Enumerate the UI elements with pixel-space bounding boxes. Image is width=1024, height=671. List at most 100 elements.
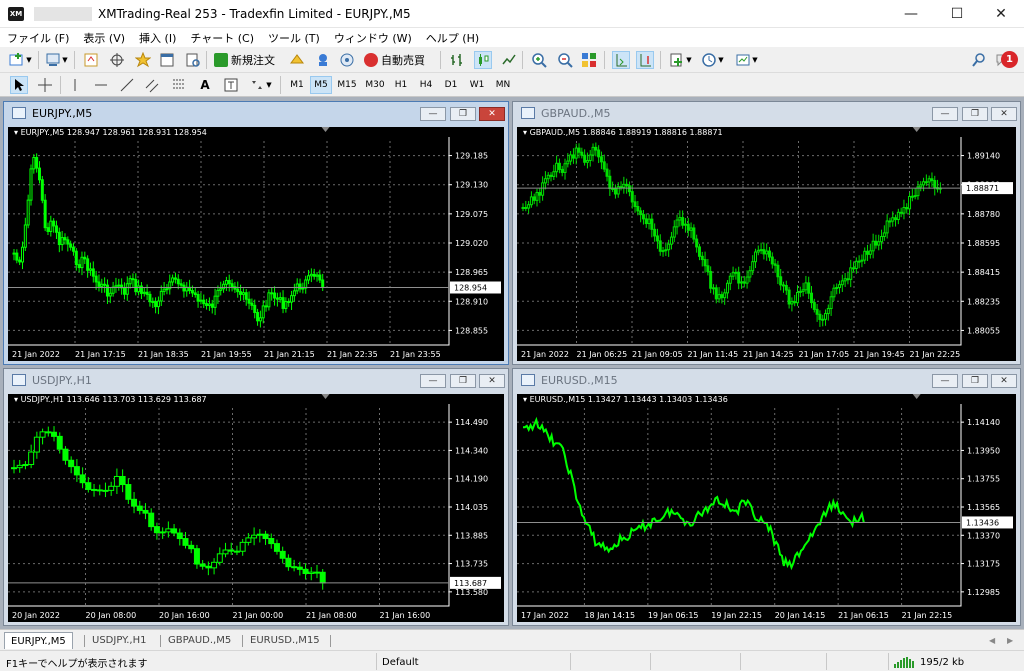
price-chart[interactable]: 1.891401.889601.887801.885951.884151.882… bbox=[517, 127, 1016, 361]
market-watch-icon[interactable] bbox=[82, 51, 100, 69]
price-chart[interactable]: 114.490 114.340 114.190 114.035 113.885 113.7… bbox=[8, 394, 504, 622]
menu-chart[interactable]: チャート (C) bbox=[183, 30, 261, 46]
timeframe-h1-button[interactable]: H1 bbox=[390, 76, 412, 94]
chart-window[interactable]: EURJPY.,M5 — ❐ ✕ 129.185 129.130 129.075 129.02… bbox=[3, 101, 509, 365]
candle-body bbox=[128, 278, 132, 285]
vertical-line-icon[interactable] bbox=[66, 76, 84, 94]
data-window-icon[interactable] bbox=[108, 51, 126, 69]
chart-window-titlebar[interactable]: GBPAUD.,M5 — ❐ ✕ bbox=[513, 102, 1020, 124]
market-icon[interactable] bbox=[338, 51, 356, 69]
text-tool-icon[interactable]: A bbox=[196, 76, 214, 94]
chart-minimize-button[interactable]: — bbox=[420, 107, 446, 121]
chart-close-button[interactable]: ✕ bbox=[991, 107, 1017, 121]
tab-scroll-right-icon[interactable]: ▶ bbox=[1004, 632, 1016, 649]
chevron-down-icon[interactable]: ▼ bbox=[750, 51, 760, 69]
chevron-down-icon[interactable]: ▼ bbox=[60, 51, 70, 69]
horizontal-line-icon[interactable] bbox=[92, 76, 110, 94]
notification-badge[interactable]: 1 bbox=[1001, 51, 1018, 68]
chart-minimize-button[interactable]: — bbox=[420, 374, 446, 388]
fibonacci-icon[interactable] bbox=[170, 76, 188, 94]
chart-minimize-button[interactable]: — bbox=[932, 374, 958, 388]
price-axis-label: 128.965 bbox=[455, 268, 488, 277]
bar-chart-icon[interactable] bbox=[448, 51, 466, 69]
timeframe-m30-button[interactable]: M30 bbox=[362, 76, 388, 94]
chart-window-titlebar[interactable]: EURJPY.,M5 — ❐ ✕ bbox=[4, 102, 508, 124]
cursor-icon[interactable] bbox=[10, 76, 28, 94]
close-button[interactable]: ✕ bbox=[978, 0, 1024, 28]
price-chart[interactable]: 129.185 129.130 129.075 129.020 128.965 128.9… bbox=[8, 127, 504, 361]
chevron-down-icon[interactable]: ▼ bbox=[24, 51, 34, 69]
signals-icon[interactable] bbox=[314, 51, 332, 69]
chart-restore-button[interactable]: ❐ bbox=[962, 374, 988, 388]
chart-restore-button[interactable]: ❐ bbox=[450, 374, 476, 388]
auto-scroll-icon[interactable] bbox=[612, 51, 630, 69]
status-divider bbox=[888, 653, 889, 670]
chart-close-button[interactable]: ✕ bbox=[479, 107, 505, 121]
zoom-out-icon[interactable] bbox=[556, 51, 574, 69]
timeframe-m15-button[interactable]: M15 bbox=[334, 76, 360, 94]
status-profile[interactable]: Default bbox=[382, 654, 419, 670]
menu-window[interactable]: ウィンドウ (W) bbox=[327, 30, 419, 46]
timeframe-m5-button[interactable]: M5 bbox=[310, 76, 332, 94]
timeframe-d1-button[interactable]: D1 bbox=[440, 76, 462, 94]
menu-tools[interactable]: ツール (T) bbox=[261, 30, 327, 46]
menu-help[interactable]: ヘルプ (H) bbox=[419, 30, 486, 46]
text-label-icon[interactable] bbox=[222, 76, 240, 94]
candle-body bbox=[734, 271, 738, 274]
crosshair-icon[interactable] bbox=[36, 76, 54, 94]
tile-windows-icon[interactable] bbox=[580, 51, 598, 69]
strategy-tester-icon[interactable] bbox=[184, 51, 202, 69]
menu-file[interactable]: ファイル (F) bbox=[0, 30, 76, 46]
chevron-down-icon[interactable]: ▼ bbox=[716, 51, 726, 69]
price-chart[interactable]: 1.14140 1.13950 1.13755 1.13565 1.13370 1.131… bbox=[517, 394, 1016, 622]
chart-close-button[interactable]: ✕ bbox=[479, 374, 505, 388]
line-studies-toolbar: A ▼ M1 M5 M15 M30 H1 H4 D1 W1 MN bbox=[0, 73, 1024, 97]
chart-window[interactable]: USDJPY.,H1 — ❐ ✕ 114.490 114.340 114.190 114.03… bbox=[3, 368, 509, 626]
line-chart-icon[interactable] bbox=[500, 51, 518, 69]
chart-window-titlebar[interactable]: USDJPY.,H1 — ❐ ✕ bbox=[4, 369, 508, 391]
chart-restore-button[interactable]: ❐ bbox=[962, 107, 988, 121]
tab-scroll-left-icon[interactable]: ◀ bbox=[986, 632, 998, 649]
auto-trading-button[interactable]: 自動売買 bbox=[364, 51, 425, 69]
chart-shift-marker[interactable] bbox=[912, 127, 921, 132]
candle-body bbox=[304, 279, 308, 289]
chart-window[interactable]: EURUSD.,M15 — ❐ ✕ 1.14140 1.13950 1.13755 1.135… bbox=[512, 368, 1021, 626]
timeframe-w1-button[interactable]: W1 bbox=[466, 76, 488, 94]
new-order-button[interactable]: 新規注文 bbox=[214, 51, 275, 69]
chart-shift-marker[interactable] bbox=[912, 394, 921, 399]
timeframe-h4-button[interactable]: H4 bbox=[414, 76, 438, 94]
chevron-down-icon[interactable]: ▼ bbox=[684, 51, 694, 69]
menu-insert[interactable]: 挿入 (I) bbox=[132, 30, 183, 46]
maximize-button[interactable]: ☐ bbox=[934, 0, 980, 28]
chart-tab[interactable]: USDJPY.,H1 bbox=[86, 632, 152, 649]
minimize-button[interactable]: — bbox=[888, 0, 934, 28]
tab-separator bbox=[84, 635, 85, 647]
terminal-icon[interactable] bbox=[158, 51, 176, 69]
chart-tab[interactable]: EURUSD.,M15 bbox=[244, 632, 326, 649]
candle-body bbox=[275, 297, 279, 300]
chevron-down-icon[interactable]: ▼ bbox=[264, 76, 274, 94]
search-icon[interactable] bbox=[970, 51, 988, 69]
chart-shift-marker[interactable] bbox=[321, 127, 330, 132]
candle-body bbox=[205, 565, 212, 569]
chart-shift-icon[interactable] bbox=[636, 51, 654, 69]
chart-shift-marker[interactable] bbox=[321, 394, 330, 399]
zoom-in-icon[interactable] bbox=[530, 51, 548, 69]
metaeditor-icon[interactable] bbox=[288, 51, 306, 69]
chart-minimize-button[interactable]: — bbox=[932, 107, 958, 121]
new-order-label: 新規注文 bbox=[231, 54, 275, 67]
candle-body bbox=[262, 533, 269, 540]
chart-tab[interactable]: GBPAUD.,M5 bbox=[162, 632, 237, 649]
chart-restore-button[interactable]: ❐ bbox=[450, 107, 476, 121]
timeframe-m1-button[interactable]: M1 bbox=[286, 76, 308, 94]
menu-view[interactable]: 表示 (V) bbox=[76, 30, 132, 46]
equidistant-channel-icon[interactable] bbox=[144, 76, 162, 94]
chart-close-button[interactable]: ✕ bbox=[991, 374, 1017, 388]
navigator-icon[interactable] bbox=[134, 51, 152, 69]
trendline-icon[interactable] bbox=[118, 76, 136, 94]
timeframe-mn-button[interactable]: MN bbox=[490, 76, 516, 94]
candlestick-chart-icon[interactable] bbox=[474, 51, 492, 69]
chart-window-titlebar[interactable]: EURUSD.,M15 — ❐ ✕ bbox=[513, 369, 1020, 391]
chart-tab[interactable]: EURJPY.,M5 bbox=[4, 632, 73, 649]
chart-window[interactable]: GBPAUD.,M5—❐✕1.891401.889601.887801.8859… bbox=[512, 101, 1021, 365]
